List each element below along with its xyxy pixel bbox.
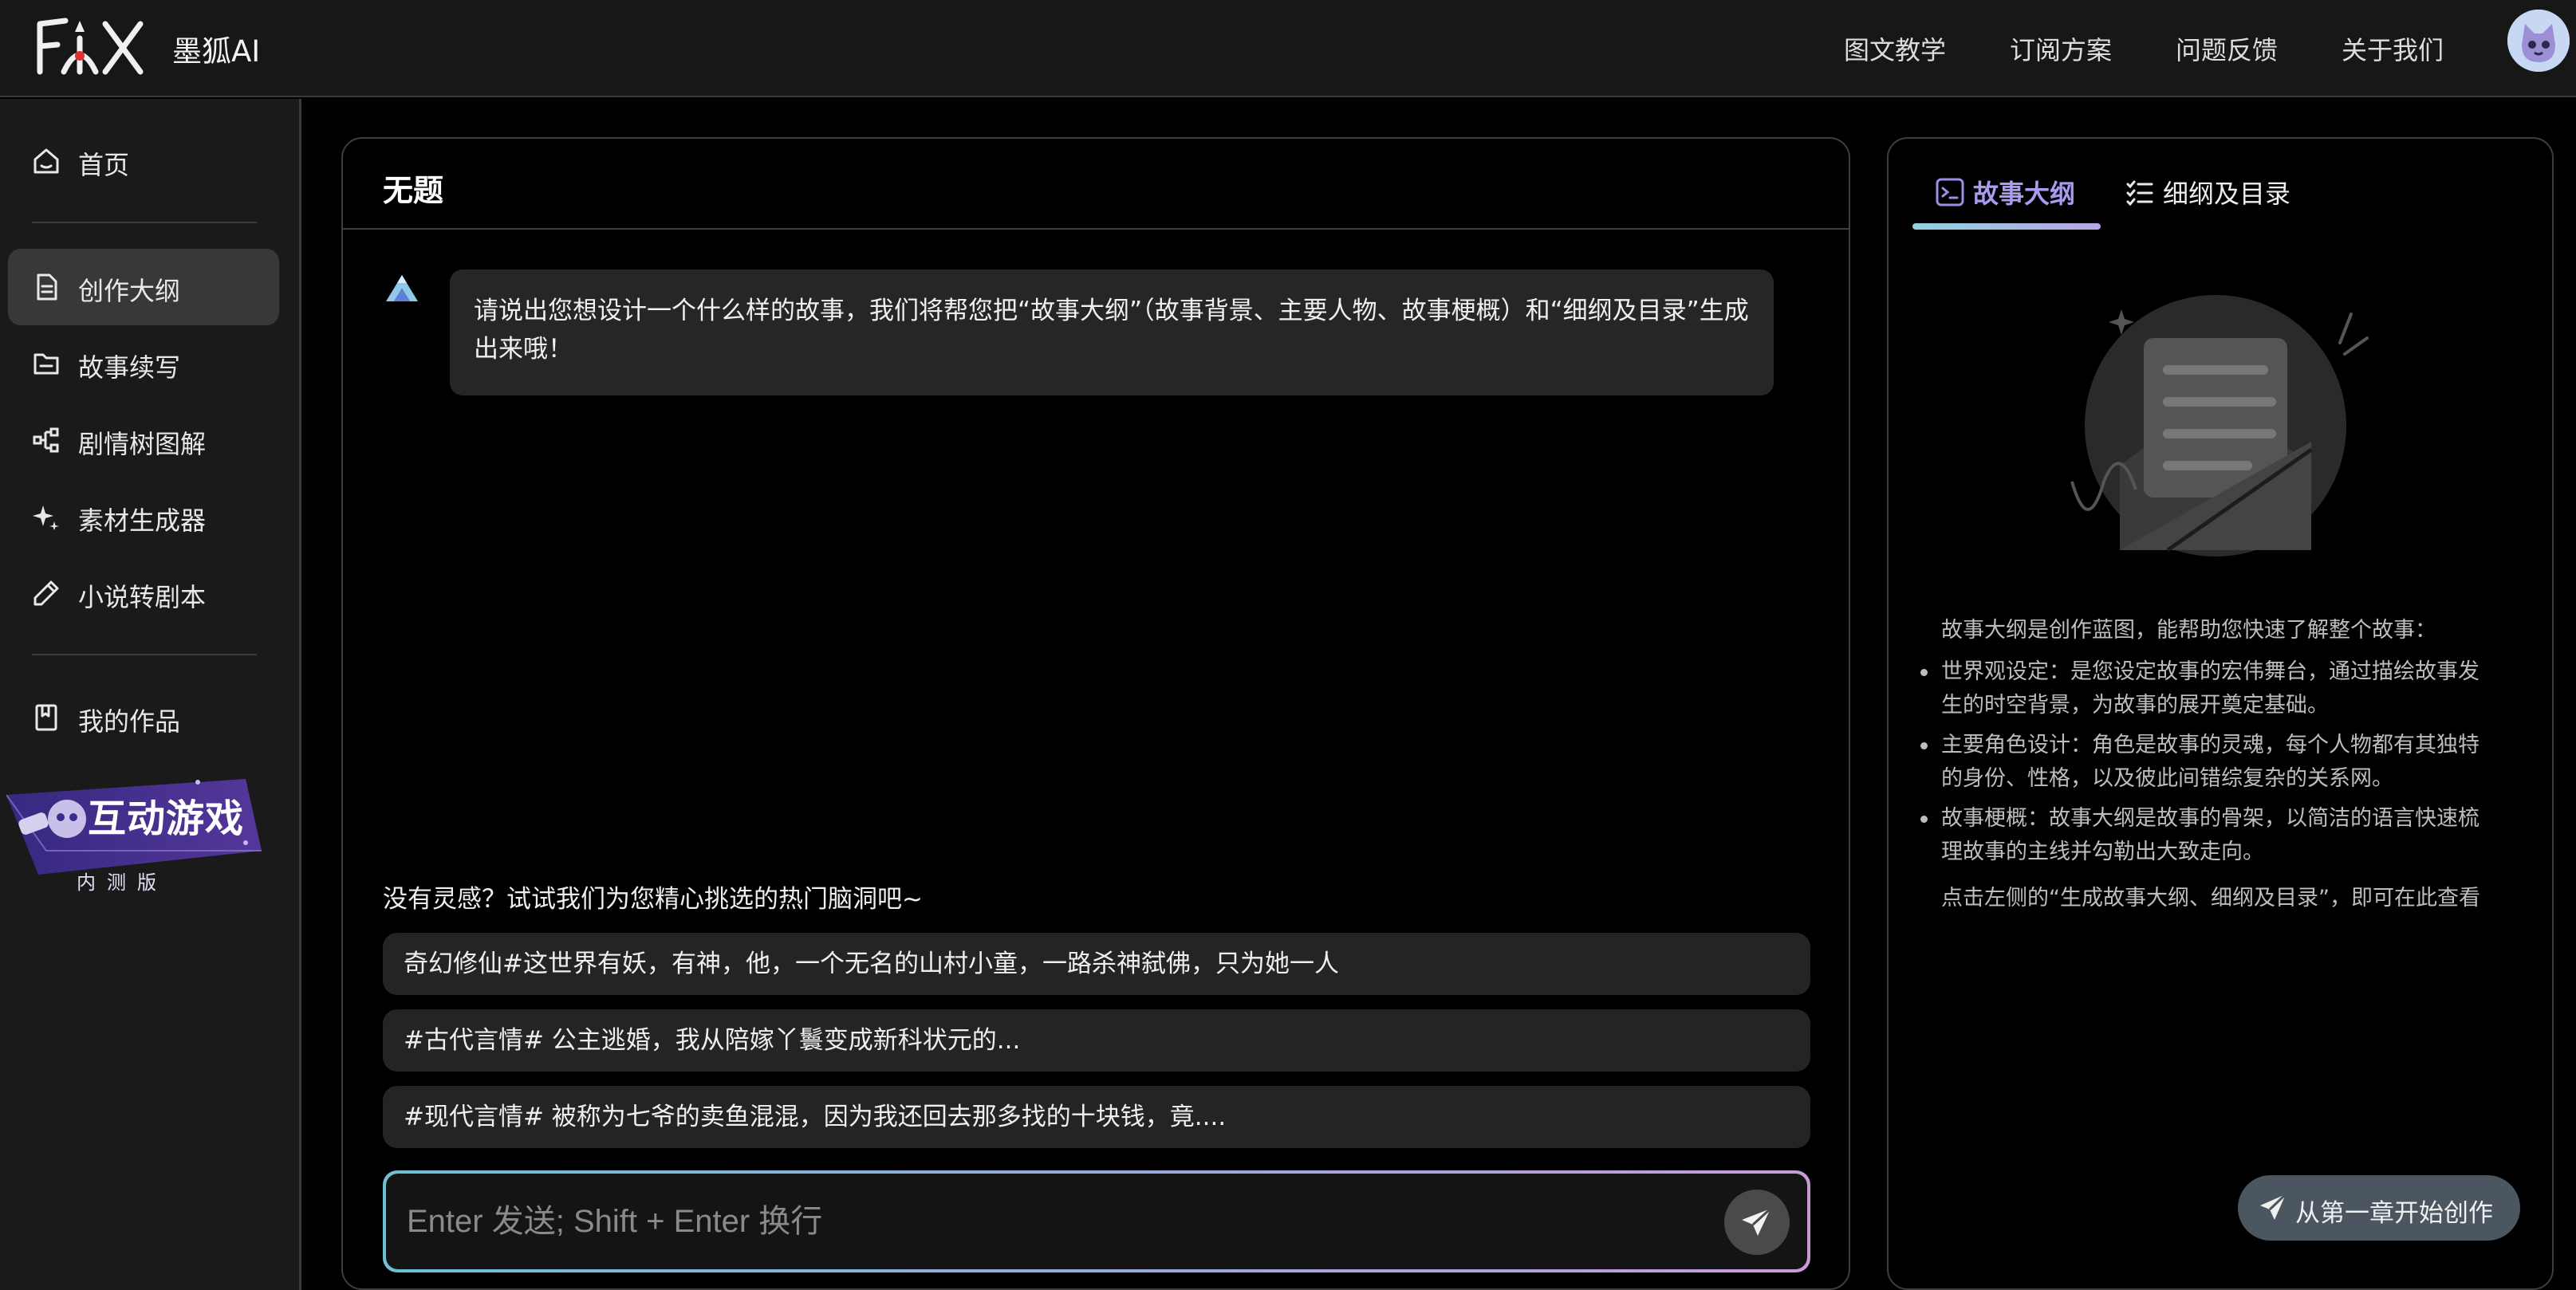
sidebar-item-label: 首页 xyxy=(78,150,130,180)
empty-envelope-illustration xyxy=(2070,295,2369,557)
game-banner-subtitle: 内测版 xyxy=(77,871,167,894)
terminal-icon xyxy=(1936,178,1964,206)
nav-feedback[interactable]: 问题反馈 xyxy=(2176,30,2278,67)
sidebar-item-home[interactable]: 首页 xyxy=(8,123,279,199)
interactive-game-banner[interactable]: 互动游戏 内测版 xyxy=(6,771,270,954)
fox-logo-icon[interactable] xyxy=(32,14,150,80)
sidebar-item-plot-tree[interactable]: 剧情树图解 xyxy=(8,402,279,478)
sidebar-divider xyxy=(32,222,257,223)
tab-detailed-outline[interactable]: 细纲及目录 xyxy=(2125,167,2308,215)
document-icon xyxy=(37,273,57,301)
game-banner-title: 互动游戏 xyxy=(88,796,245,841)
brand-name: 墨狐AI xyxy=(172,34,261,69)
top-bar: 墨狐AI 图文教学 订阅方案 问题反馈 关于我们 xyxy=(0,0,2576,97)
sidebar-item-label: 创作大纲 xyxy=(78,276,181,306)
bot-message-bubble: 请说出您想设计一个什么样的故事，我们将帮您把“故事大纲”（故事背景、主要人物、故… xyxy=(450,269,1774,395)
sidebar-item-label: 素材生成器 xyxy=(78,505,207,536)
folder-icon xyxy=(33,353,59,375)
outline-description-intro: 故事大纲是创作蓝图，能帮助您快速了解整个故事： xyxy=(1941,618,2436,643)
list-item: 世界观设定：是您设定故事的宏伟舞台，通过描绘故事发生的时空背景，为故事的展开奠定… xyxy=(1920,655,2499,722)
suggestion-item[interactable]: 奇幻修仙#这世界有妖，有神，他，一个无名的山村小童，一路杀神弑佛，只为她一人 xyxy=(383,933,1810,995)
sidebar-item-novel-to-script[interactable]: 小说转剧本 xyxy=(8,555,279,631)
paper-plane-icon xyxy=(2260,1193,2287,1220)
nav-subscription[interactable]: 订阅方案 xyxy=(2010,30,2112,67)
nav-about[interactable]: 关于我们 xyxy=(2342,30,2444,67)
sidebar-item-material-generator[interactable]: 素材生成器 xyxy=(8,478,279,555)
list-item: 主要角色设计：角色是故事的灵魂，每个人物都有其独特的身份、性格，以及彼此间错综复… xyxy=(1920,729,2499,796)
outline-description-footer: 点击左侧的“生成故事大纲、细纲及目录”，即可在此查看 xyxy=(1941,886,2480,910)
pencil-icon xyxy=(33,580,59,606)
tab-detailed-outline-label: 细纲及目录 xyxy=(2163,179,2291,209)
chat-panel: 无题 请说出您想设计一个什么样的故事，我们将帮您把“故事大纲”（故事背景、主要人… xyxy=(341,137,1850,1290)
sidebar-divider xyxy=(32,654,257,655)
send-button[interactable] xyxy=(1724,1190,1790,1255)
suggestion-item[interactable]: #现代言情# 被称为七爷的卖鱼混混，因为我还回去那多找的十块钱，竟.... xyxy=(383,1086,1810,1148)
bot-logo-icon xyxy=(386,275,418,301)
outline-description-list: 世界观设定：是您设定故事的宏伟舞台，通过描绘故事发生的时空背景，为故事的展开奠定… xyxy=(1920,655,2499,875)
list-item: 故事梗概：故事大纲是故事的骨架，以简洁的语言快速梳理故事的主线并勾勒出大致走向。 xyxy=(1920,802,2499,869)
sidebar: 首页 创作大纲 故事续写 剧情树图解 素材生成器 小说转剧本 我的作品 互动游戏… xyxy=(0,99,301,1290)
home-icon xyxy=(33,148,59,174)
sidebar-item-outline[interactable]: 创作大纲 xyxy=(8,249,279,325)
sidebar-item-label: 我的作品 xyxy=(78,706,181,737)
chat-title: 无题 xyxy=(383,173,444,208)
chat-header: 无题 xyxy=(343,139,1849,230)
sidebar-item-label: 剧情树图解 xyxy=(78,429,207,459)
chat-input-container xyxy=(383,1170,1810,1272)
chat-input-inner xyxy=(386,1174,1807,1269)
sparkle-icon xyxy=(33,505,59,530)
start-first-chapter-label: 从第一章开始创作 xyxy=(2295,1199,2493,1228)
paper-plane-icon xyxy=(1742,1207,1772,1236)
tab-story-outline-label: 故事大纲 xyxy=(1973,179,2076,209)
outline-panel: 故事大纲 细纲及目录 故事大纲是创作蓝图，能帮助您快速了解整个故事： 世界观设定… xyxy=(1887,137,2554,1290)
tab-story-outline[interactable]: 故事大纲 xyxy=(1935,167,2102,215)
list-icon xyxy=(2126,180,2153,206)
bookmark-icon xyxy=(35,704,57,731)
active-tab-indicator xyxy=(1912,223,2101,230)
sidebar-item-label: 小说转剧本 xyxy=(78,582,207,612)
sidebar-item-label: 故事续写 xyxy=(78,352,181,383)
user-avatar[interactable] xyxy=(2507,10,2570,72)
nav-tutorial[interactable]: 图文教学 xyxy=(1844,30,1946,67)
suggestion-item[interactable]: #古代言情# 公主逃婚，我从陪嫁丫鬟变成新科状元的... xyxy=(383,1009,1810,1072)
avatar-cat-icon xyxy=(2507,10,2570,72)
sidebar-item-continue[interactable]: 故事续写 xyxy=(8,325,279,402)
sidebar-item-my-works[interactable]: 我的作品 xyxy=(8,679,279,756)
inspiration-hint: 没有灵感？试试我们为您精心挑选的热门脑洞吧~ xyxy=(383,885,923,914)
tree-icon xyxy=(33,427,59,453)
chat-input[interactable] xyxy=(407,1190,1651,1253)
start-first-chapter-button[interactable]: 从第一章开始创作 xyxy=(2238,1175,2520,1241)
